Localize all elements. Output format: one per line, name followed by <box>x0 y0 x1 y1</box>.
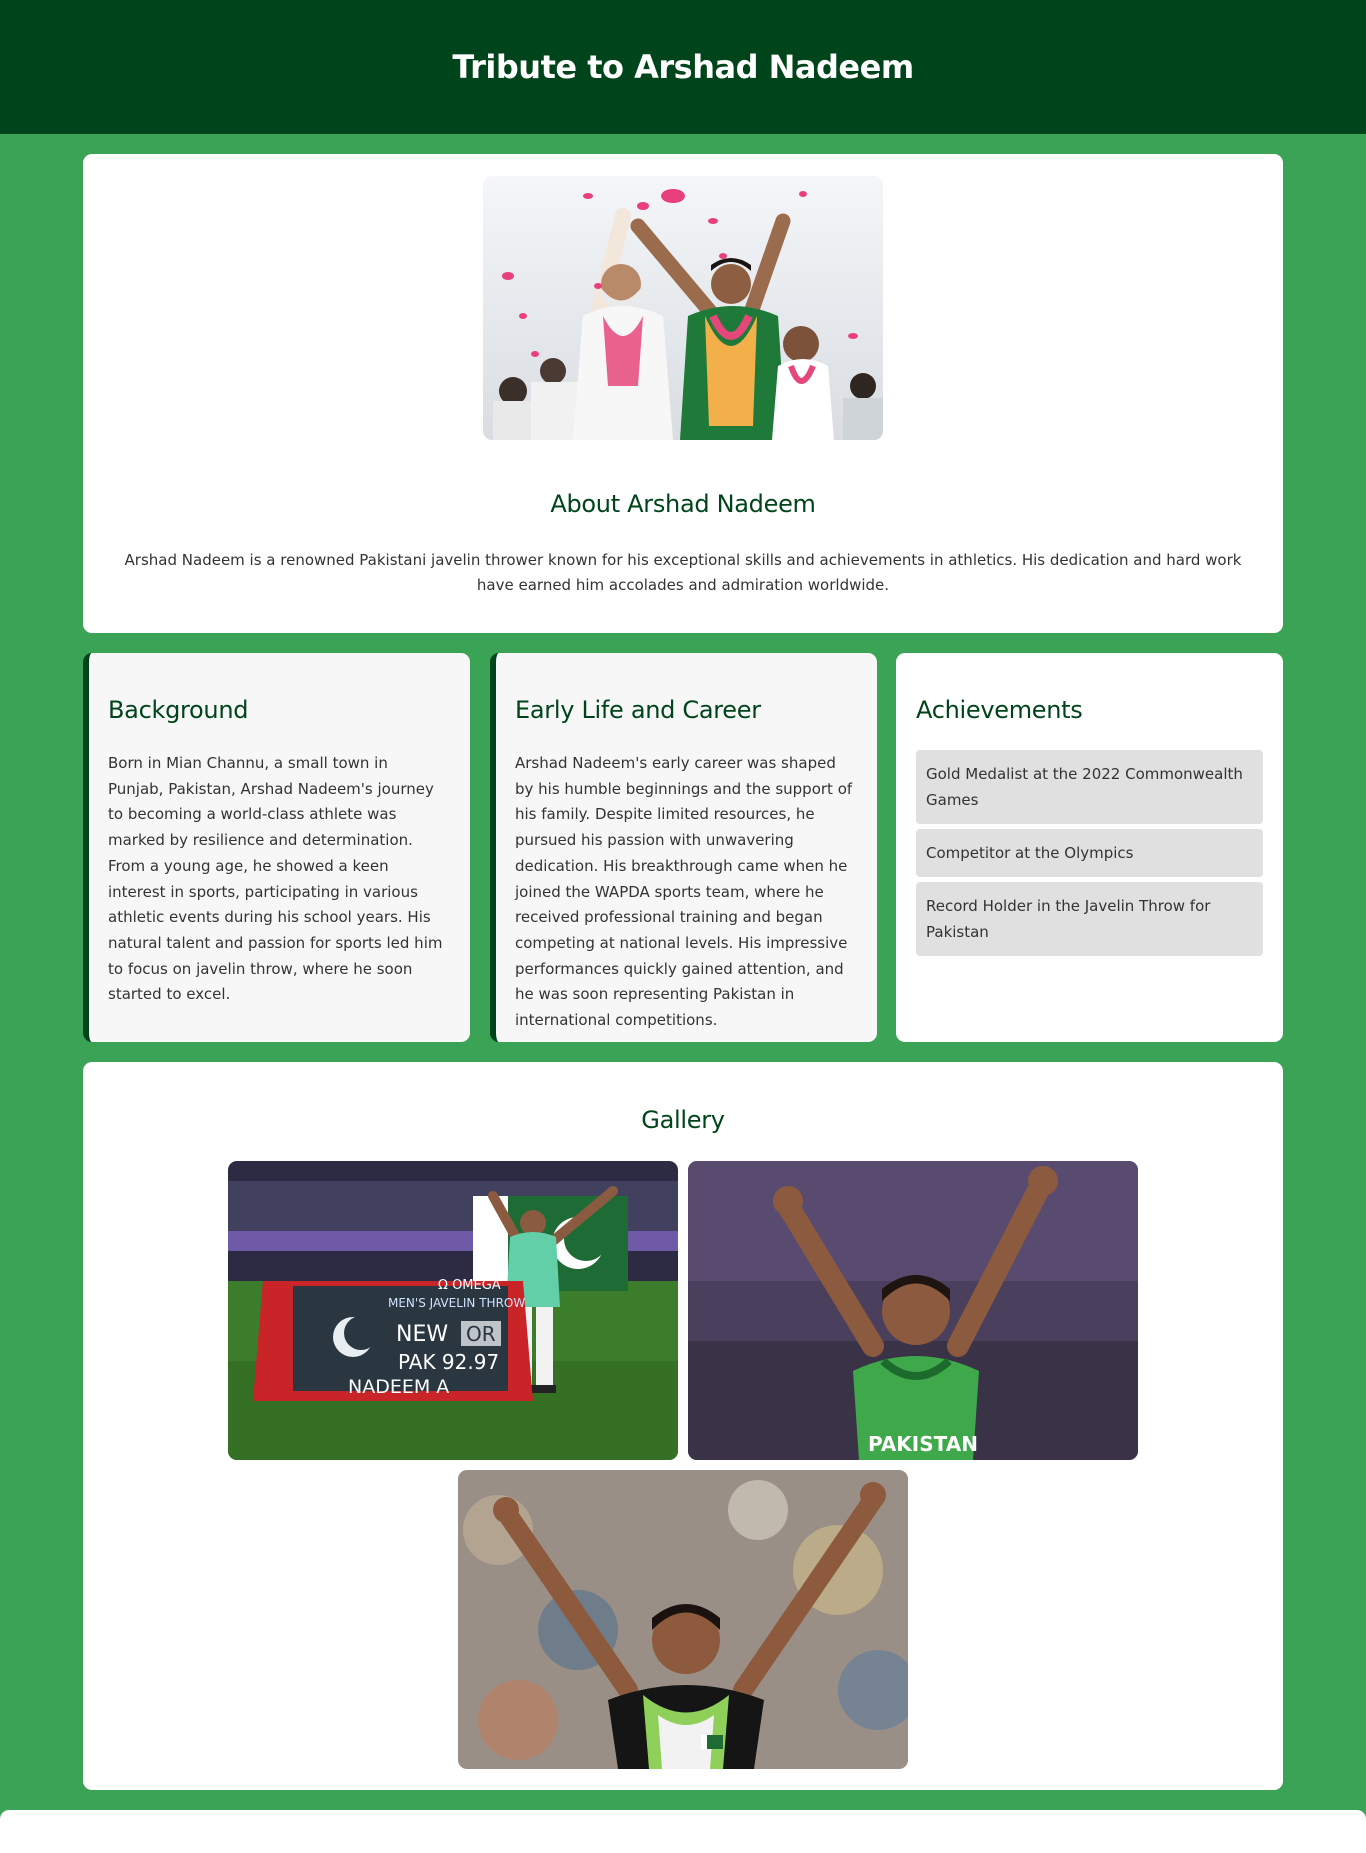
achievement-item: Gold Medalist at the 2022 Commonwealth G… <box>916 750 1263 824</box>
board-result: PAK 92.97 <box>398 1350 499 1374</box>
achievements-heading: Achievements <box>916 696 1083 724</box>
board-new: NEW <box>396 1322 448 1347</box>
about-text: Arshad Nadeem is a renowned Pakistani ja… <box>124 551 1242 594</box>
background-text: Born in Mian Channu, a small town in Pun… <box>108 754 443 1004</box>
achievement-item: Record Holder in the Javelin Throw for P… <box>916 882 1263 956</box>
about-heading: About Arshad Nadeem <box>550 490 816 518</box>
footer <box>0 1810 1366 1853</box>
gallery-photo-celebration[interactable]: PAKISTAN <box>688 1161 1138 1460</box>
board-event: MEN'S JAVELIN THROW <box>388 1296 525 1310</box>
early-life-card: Early Life and Career Arshad Nadeem's ea… <box>490 653 877 1042</box>
celebration-photo <box>483 176 883 440</box>
site-header: Tribute to Arshad Nadeem <box>0 0 1366 134</box>
early-life-heading: Early Life and Career <box>515 696 761 724</box>
board-brand: Ω OMEGA <box>438 1278 501 1293</box>
gallery-heading: Gallery <box>641 1106 725 1134</box>
achievements-card: Achievements Gold Medalist at the 2022 C… <box>896 653 1283 1042</box>
background-card: Background Born in Mian Channu, a small … <box>83 653 470 1042</box>
site-title: Tribute to Arshad Nadeem <box>452 48 914 86</box>
gallery-photo-victory[interactable] <box>458 1470 908 1769</box>
about-card: About Arshad Nadeem Arshad Nadeem is a r… <box>83 154 1283 633</box>
board-name: NADEEM A <box>348 1376 449 1398</box>
board-record: OR <box>466 1322 496 1346</box>
background-heading: Background <box>108 696 249 724</box>
gallery-card: Gallery Ω OMEGA MEN'S JAVELIN THROW NEW … <box>83 1062 1283 1790</box>
early-life-text: Arshad Nadeem's early career was shaped … <box>515 754 853 1030</box>
jersey-text: PAKISTAN <box>868 1432 978 1456</box>
achievements-list: Gold Medalist at the 2022 Commonwealth G… <box>916 750 1263 961</box>
gallery-photo-record-board[interactable]: Ω OMEGA MEN'S JAVELIN THROW NEW OR PAK 9… <box>228 1161 678 1460</box>
achievement-item: Competitor at the Olympics <box>916 829 1263 877</box>
